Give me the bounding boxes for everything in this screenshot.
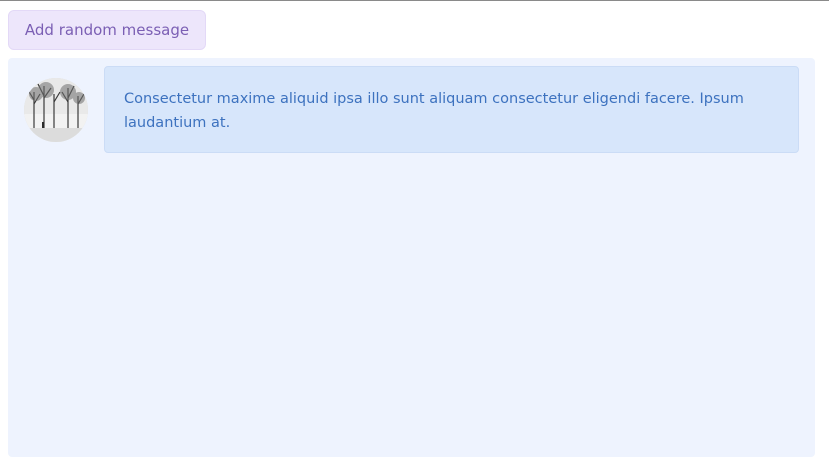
message-bubble: Consectetur maxime aliquid ipsa illo sun…	[104, 66, 799, 153]
avatar	[24, 78, 88, 142]
winter-trees-photo-icon	[24, 78, 88, 142]
chat-panel[interactable]: Consectetur maxime aliquid ipsa illo sun…	[8, 58, 815, 457]
top-divider	[0, 0, 829, 1]
message-text: Consectetur maxime aliquid ipsa illo sun…	[124, 91, 744, 131]
add-random-message-button[interactable]: Add random message	[8, 10, 206, 50]
